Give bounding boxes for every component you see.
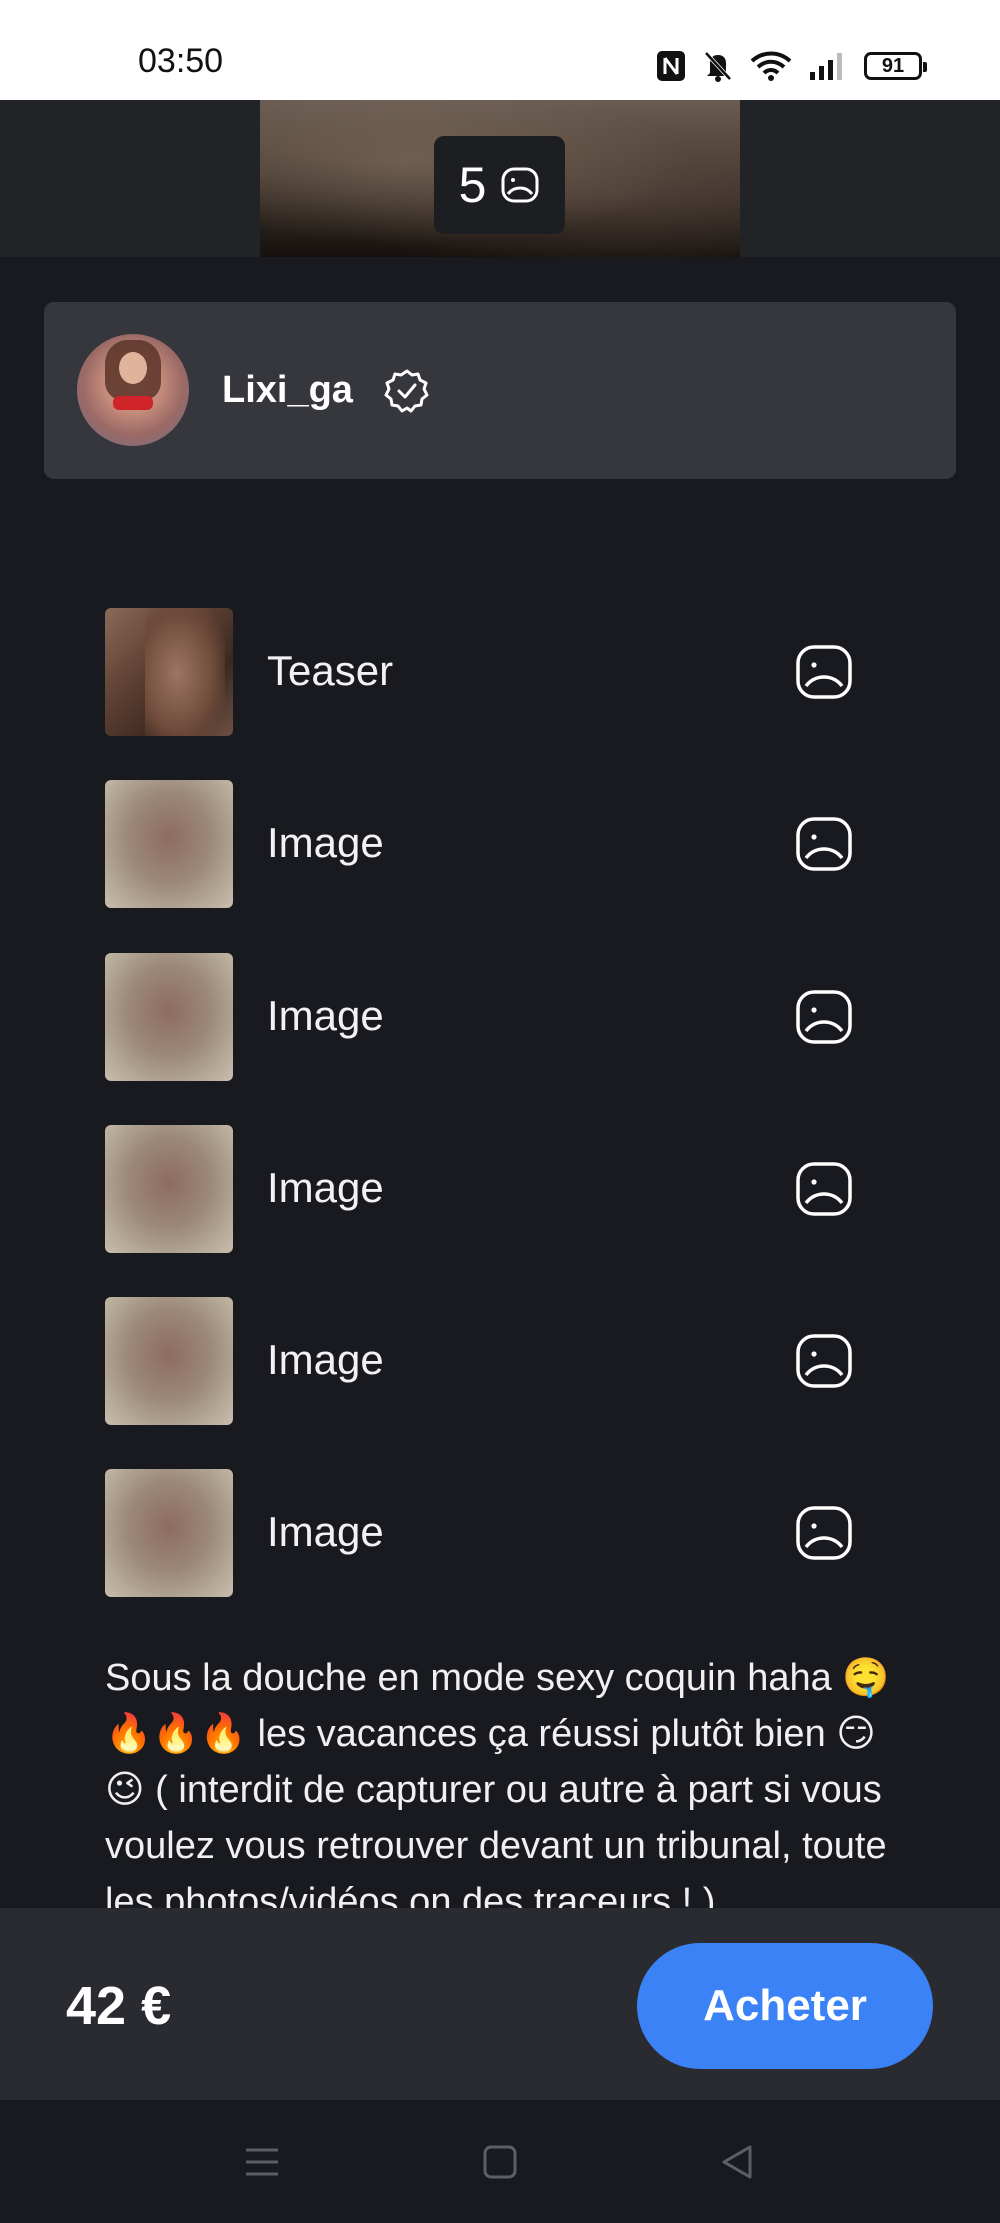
media-count-chip: 5 xyxy=(434,136,565,234)
sad-face-icon xyxy=(796,817,852,871)
sad-face-icon xyxy=(796,645,852,699)
avatar[interactable] xyxy=(77,334,189,446)
item-label: Image xyxy=(267,992,384,1039)
status-icons: 91 xyxy=(656,48,927,84)
list-item[interactable]: Image xyxy=(105,780,905,908)
purchase-bar: 42 € Acheter xyxy=(0,1908,1000,2100)
battery-icon: 91 xyxy=(864,52,927,80)
list-item[interactable]: Image xyxy=(105,1297,905,1425)
creator-name[interactable]: Lixi_ga xyxy=(222,368,353,412)
sad-face-icon xyxy=(796,990,852,1044)
bell-off-icon xyxy=(704,51,732,82)
list-item[interactable]: Image xyxy=(105,1469,905,1597)
list-item[interactable]: Image xyxy=(105,953,905,1081)
back-icon[interactable] xyxy=(716,2142,760,2182)
sad-face-icon xyxy=(501,167,539,203)
item-label: Image xyxy=(267,819,384,866)
nfc-icon xyxy=(657,51,685,81)
item-label: Image xyxy=(267,1336,384,1383)
signal-icon xyxy=(810,53,842,80)
image-thumbnail xyxy=(105,780,233,908)
description-container: Sous la douche en mode sexy coquin haha … xyxy=(0,1600,1000,1908)
post-description: Sous la douche en mode sexy coquin haha … xyxy=(105,1657,890,1908)
status-bar: 03:50 91 xyxy=(0,0,1000,100)
list-item[interactable]: Teaser xyxy=(105,608,905,736)
price: 42 € xyxy=(66,1976,172,2036)
media-header: 5 xyxy=(0,100,1000,257)
teaser-thumbnail xyxy=(105,608,233,736)
status-time: 03:50 xyxy=(138,42,224,80)
system-nav-bar xyxy=(0,2100,1000,2223)
item-label: Image xyxy=(267,1508,384,1555)
creator-card[interactable]: Lixi_ga xyxy=(44,302,956,479)
image-thumbnail xyxy=(105,1125,233,1253)
media-count: 5 xyxy=(458,157,487,213)
image-thumbnail xyxy=(105,1297,233,1425)
sad-face-icon xyxy=(796,1162,852,1216)
item-label: Image xyxy=(267,1164,384,1211)
item-label: Teaser xyxy=(267,647,394,694)
sad-face-icon xyxy=(796,1334,852,1388)
image-thumbnail xyxy=(105,1469,233,1597)
home-icon[interactable] xyxy=(478,2142,522,2182)
image-thumbnail xyxy=(105,953,233,1081)
verified-badge-icon xyxy=(384,369,429,413)
sad-face-icon xyxy=(796,1506,852,1560)
wifi-icon xyxy=(750,51,792,81)
list-item[interactable]: Image xyxy=(105,1125,905,1253)
screen: 03:50 91 5 Lixi_ga Teaser Image Image Im… xyxy=(0,0,1000,2223)
menu-icon[interactable] xyxy=(240,2142,284,2182)
buy-button[interactable]: Acheter xyxy=(637,1943,933,2069)
